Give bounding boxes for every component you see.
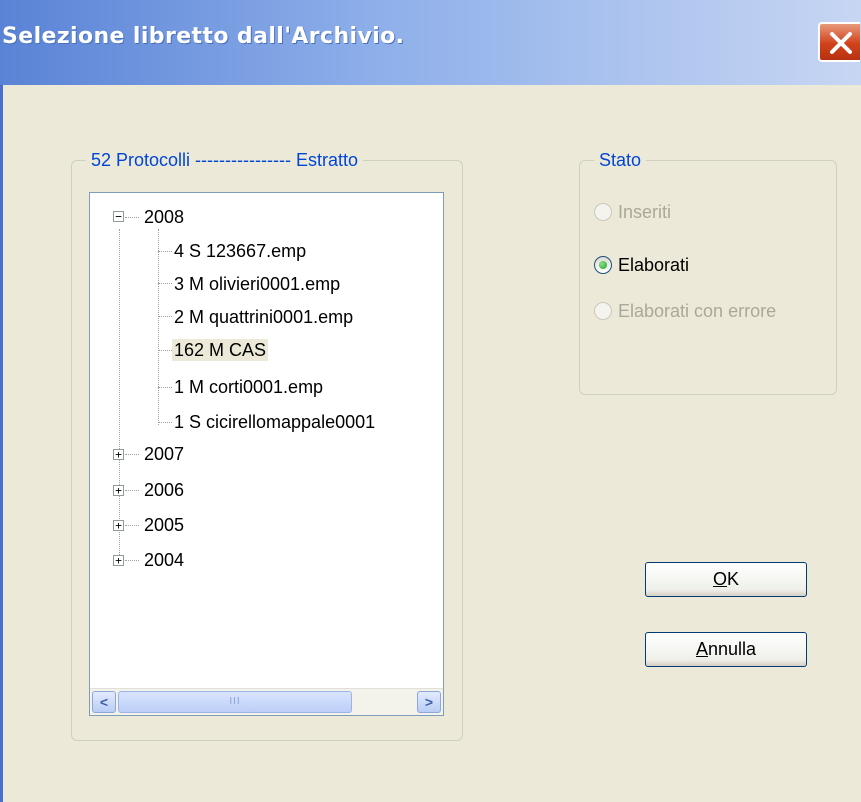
expand-icon-2006[interactable]: + <box>113 485 124 496</box>
tree-item[interactable]: 4 S 123667.emp <box>174 240 306 262</box>
radio-elaborati-circle[interactable] <box>594 256 612 274</box>
tree-node-2005[interactable]: 2005 <box>144 514 184 536</box>
ok-mnemonic: O <box>712 569 727 589</box>
expand-icon-2007[interactable]: + <box>113 449 124 460</box>
protocolli-legend: 52 Protocolli ---------------- Estratto <box>91 150 358 170</box>
horizontal-scrollbar[interactable]: < III > <box>90 688 443 715</box>
expand-icon-2004[interactable]: + <box>113 555 124 566</box>
tree-item[interactable]: 2 M quattrini0001.emp <box>174 306 353 328</box>
stato-legend: Stato <box>599 150 642 170</box>
ok-label-rest: K <box>727 569 740 589</box>
scroll-thumb[interactable]: III <box>118 691 352 713</box>
scroll-left-button[interactable]: < <box>92 691 116 713</box>
tree-root-line <box>119 229 120 561</box>
radio-elaborati-label: Elaborati <box>618 255 690 275</box>
annulla-mnemonic: A <box>695 639 708 659</box>
ok-button[interactable]: OK <box>645 562 807 597</box>
close-icon <box>830 32 852 54</box>
radio-elaborati-con-errore-label: Elaborati con errore <box>618 301 777 321</box>
scroll-right-button[interactable]: > <box>417 691 441 713</box>
annulla-label-rest: nnulla <box>707 639 757 659</box>
radio-elaborati-con-errore-circle[interactable] <box>594 302 612 320</box>
expand-icon-2005[interactable]: + <box>113 520 124 531</box>
tree-node-2006[interactable]: 2006 <box>144 479 184 501</box>
radio-inseriti-circle[interactable] <box>594 203 612 221</box>
window-title: Selezione libretto dall'Archivio. <box>2 24 405 49</box>
tree-node-2007[interactable]: 2007 <box>144 443 184 465</box>
tree-item[interactable]: 1 S cicirellomappale0001 <box>174 411 375 433</box>
annulla-button[interactable]: Annulla <box>645 632 807 667</box>
tree-item-selected[interactable]: 162 M CAS <box>172 339 269 361</box>
tree-node-2008[interactable]: 2008 <box>144 206 184 228</box>
window-border <box>0 85 3 802</box>
title-bar: Selezione libretto dall'Archivio. <box>0 0 861 85</box>
tree-item[interactable]: 1 M corti0001.emp <box>174 376 323 398</box>
radio-checked-dot <box>599 261 607 269</box>
collapse-icon-2008[interactable]: − <box>113 211 124 222</box>
tree-branch-line <box>158 229 159 425</box>
protocolli-tree[interactable]: − 2008 4 S 123667.emp 3 M olivieri0001.e… <box>89 192 444 716</box>
tree-item[interactable]: 3 M olivieri0001.emp <box>174 273 340 295</box>
close-button[interactable] <box>818 22 860 62</box>
tree-node-2004[interactable]: 2004 <box>144 549 184 571</box>
radio-inseriti-label: Inseriti <box>618 202 672 222</box>
